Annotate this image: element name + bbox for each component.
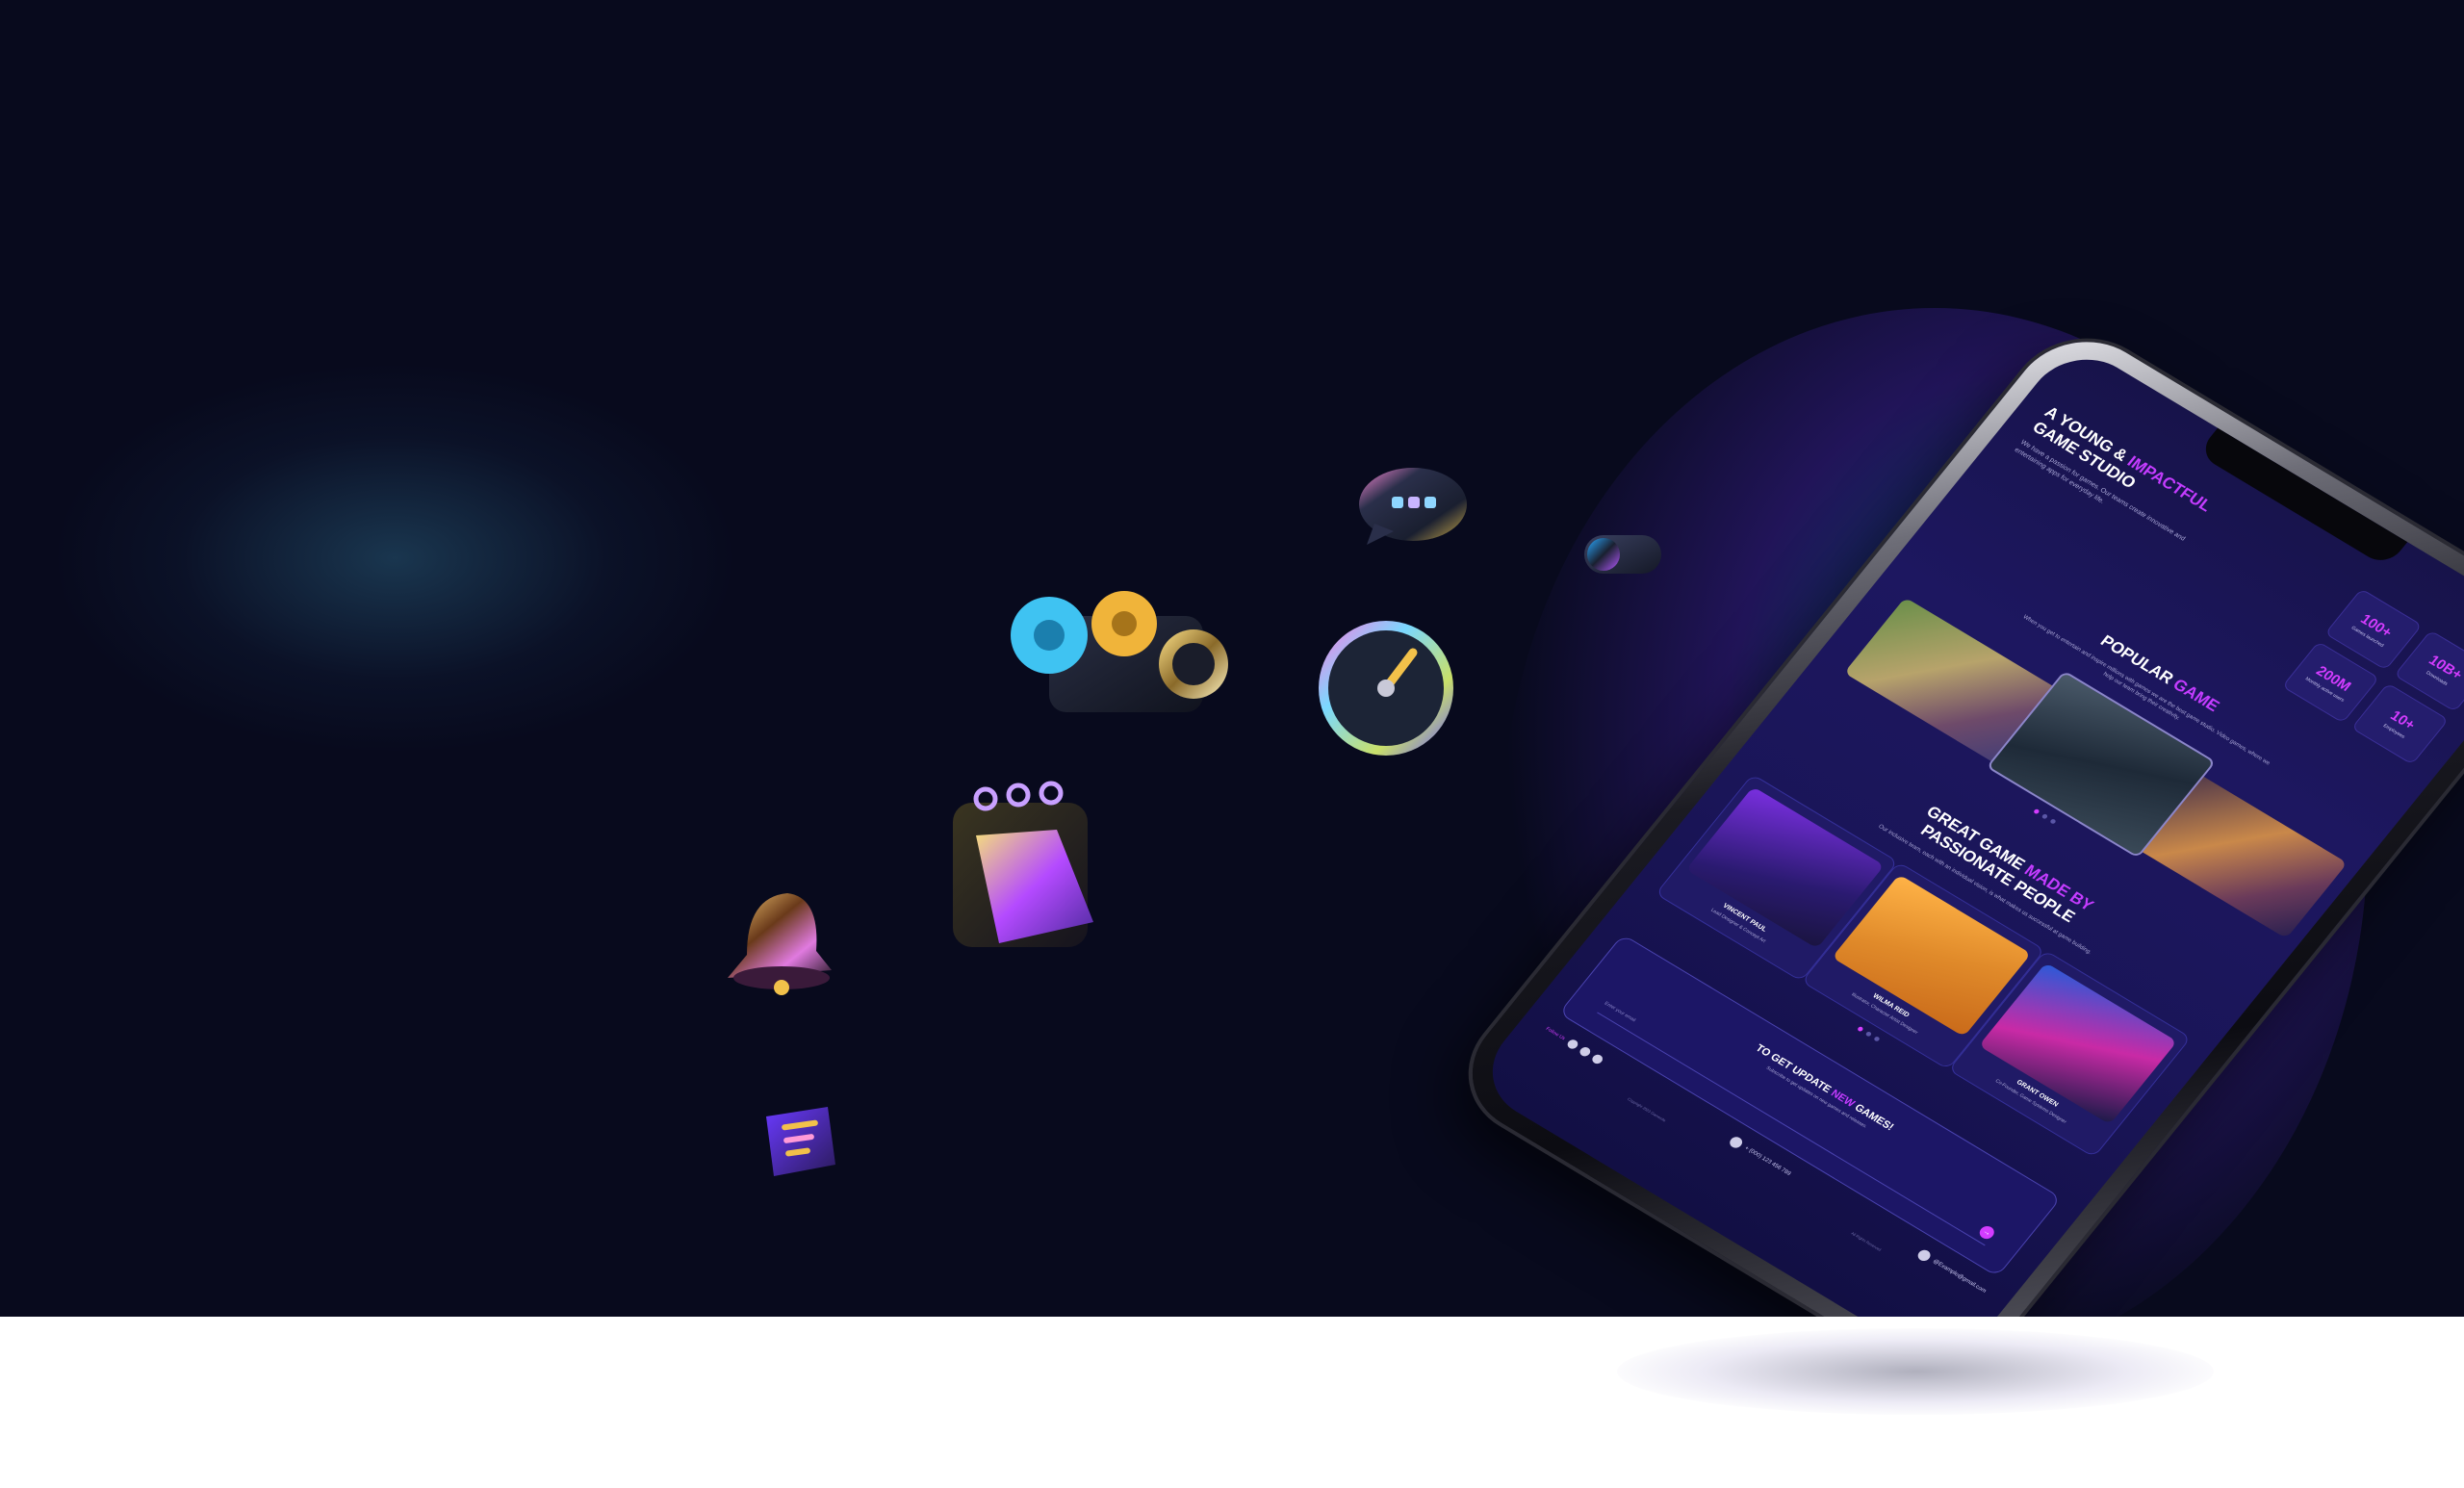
chat-bubble-icon: [1355, 464, 1471, 551]
mail-icon: [1915, 1247, 1934, 1264]
instagram-icon[interactable]: [1590, 1052, 1605, 1065]
facebook-icon[interactable]: [1565, 1038, 1580, 1051]
carousel-dot[interactable]: [1872, 1035, 1881, 1042]
bell-icon: [712, 878, 847, 1003]
email-placeholder: Enter your email: [1603, 1000, 1637, 1024]
toggle-switch-icon: [1580, 527, 1663, 581]
follow-label: Follow Us: [1544, 1025, 1567, 1041]
phone-icon: [1727, 1134, 1745, 1150]
carousel-dot[interactable]: [1864, 1030, 1872, 1038]
hero-title-accent: Impactful: [2123, 452, 2216, 516]
camera-icon: [1001, 577, 1242, 722]
carousel-dot[interactable]: [2032, 808, 2040, 815]
stats-grid: 100+ Games launched 10B+ Downloads 200M …: [2281, 588, 2464, 765]
notes-icon: [753, 1097, 845, 1184]
gauge-icon: [1309, 616, 1463, 760]
calendar-icon: [941, 778, 1115, 961]
carousel-dot[interactable]: [1856, 1025, 1864, 1032]
phone-shadow: [1617, 1328, 2214, 1415]
subscribe-button[interactable]: →: [1976, 1223, 1997, 1242]
hero-stage: A Young & Impactful Game Studio We have …: [0, 0, 2464, 1317]
carousel-dot[interactable]: [2048, 818, 2057, 825]
carousel-dot[interactable]: [2040, 813, 2048, 820]
ambient-glow-left: [58, 366, 732, 751]
twitter-icon[interactable]: [1578, 1045, 1593, 1059]
